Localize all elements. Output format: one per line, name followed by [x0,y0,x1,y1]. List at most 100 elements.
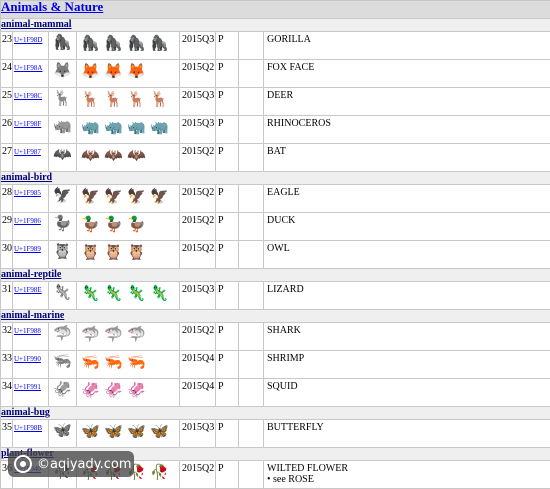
code-point-link[interactable]: U+1F98B [14,424,42,432]
version-cell: 2015Q2 [180,461,216,489]
bw-glyph-cell: 🦊 [49,60,77,88]
code-point-link[interactable]: U+1F98D [14,36,42,44]
empty-cell [239,88,264,116]
code-point-cell: U+1F98D [13,32,49,60]
emoji-name: DEER [267,90,293,101]
name-cell: SHARK [264,323,550,351]
vendor-images-cell: 🦊🦊🦊 [77,60,180,88]
code-point-link[interactable]: U+1F98E [14,286,42,294]
code-point-cell: U+1F98B [13,420,49,448]
vendor-emoji-icon: 🦐 [79,353,102,373]
bw-glyph-cell: 🦐 [49,351,77,379]
code-point-link[interactable]: U+1F988 [14,327,41,335]
emoji-name: SHRIMP [267,353,304,364]
status-cell: P [216,60,239,88]
code-point-link[interactable]: U+1F985 [14,189,41,197]
vendor-emoji-icon: 🦈 [125,325,148,345]
code-point-link[interactable]: U+1F990 [14,355,41,363]
vendor-images-cell: 🦋🦋🦋🦋 [77,420,180,448]
code-point-cell: U+1F98C [13,88,49,116]
vendor-emoji-icon: 🦌 [102,90,125,110]
category-header-link[interactable]: animal-marine [1,310,64,321]
section-header-row: Animals & Nature [1,1,550,19]
emoji-note: • see ROSE [267,475,547,485]
bw-glyph-cell: 🦏 [49,116,77,144]
empty-cell [239,144,264,172]
status-cell: P [216,88,239,116]
code-point-link[interactable]: U+1F986 [14,217,41,225]
vendor-emoji-icon: 🦉 [79,243,102,263]
section-title-link[interactable]: Animals & Nature [1,0,103,14]
bw-glyph-icon: 🦈 [53,326,72,342]
emoji-name: BUTTERFLY [267,422,324,433]
empty-cell [239,461,264,489]
version-cell: 2015Q3 [180,116,216,144]
emoji-row: 24U+1F98A🦊🦊🦊🦊2015Q2PFOX FACE [1,60,550,88]
code-point-cell: U+1F985 [13,185,49,213]
bw-glyph-cell: 🦌 [49,88,77,116]
bw-glyph-icon: 🦋 [53,423,72,439]
category-header-link[interactable]: animal-bug [1,407,50,418]
name-cell: DEER [264,88,550,116]
name-cell: RHINOCEROS [264,116,550,144]
category-header-link[interactable]: animal-bird [1,172,52,183]
vendor-emoji-icon: 🦆 [125,215,148,235]
emoji-row: 29U+1F986🦆🦆🦆🦆2015Q2PDUCK [1,213,550,241]
code-point-link[interactable]: U+1F991 [14,383,41,391]
emoji-name: FOX FACE [267,62,314,73]
bw-glyph-icon: 🦐 [53,354,72,370]
category-header-cell: animal-reptile [1,269,550,282]
code-point-link[interactable]: U+1F989 [14,245,41,253]
row-number-cell: 26 [1,116,13,144]
bw-glyph-cell: 🦎 [49,282,77,310]
vendor-images-cell: 🦑🦑🦑 [77,379,180,407]
version-cell: 2015Q3 [180,282,216,310]
bw-glyph-cell: 🦋 [49,420,77,448]
emoji-name: SHARK [267,325,301,336]
code-point-cell: U+1F98E [13,282,49,310]
code-point-link[interactable]: U+1F98C [14,92,42,100]
emoji-row: 23U+1F98D🦍🦍🦍🦍🦍2015Q3PGORILLA [1,32,550,60]
emoji-name: WILTED FLOWER [267,463,348,474]
emoji-row: 30U+1F989🦉🦉🦉🦉2015Q2POWL [1,241,550,269]
vendor-images-cell: 🦐🦐🦐 [77,351,180,379]
version-cell: 2015Q2 [180,60,216,88]
status-cell: P [216,461,239,489]
vendor-images-cell: 🦈🦈🦈 [77,323,180,351]
vendor-images-cell: 🦅🦅🦅🦅 [77,185,180,213]
category-header-row: animal-marine [1,310,550,323]
emoji-row: 26U+1F98F🦏🦏🦏🦏🦏2015Q3PRHINOCEROS [1,116,550,144]
status-cell: P [216,351,239,379]
version-cell: 2015Q2 [180,185,216,213]
category-header-row: animal-mammal [1,19,550,32]
code-point-link[interactable]: U+1F98A [14,64,42,72]
empty-cell [239,379,264,407]
vendor-emoji-icon: 🦉 [125,243,148,263]
vendor-emoji-icon: 🦎 [79,284,102,304]
code-point-cell: U+1F98A [13,60,49,88]
row-number-cell: 33 [1,351,13,379]
vendor-emoji-icon: 🦏 [125,118,148,138]
emoji-table: Animals & Nature animal-mammal23U+1F98D🦍… [0,0,550,489]
code-point-link[interactable]: U+1F98F [14,120,41,128]
emoji-row: 28U+1F985🦅🦅🦅🦅🦅2015Q2PEAGLE [1,185,550,213]
bw-glyph-icon: 🦑 [53,382,72,398]
vendor-emoji-icon: 🦍 [148,34,171,54]
row-number-cell: 24 [1,60,13,88]
code-point-link[interactable]: U+1F987 [14,148,41,156]
row-number-cell: 28 [1,185,13,213]
emoji-name: DUCK [267,215,295,226]
status-cell: P [216,116,239,144]
vendor-emoji-icon: 🥀 [148,463,171,483]
row-number-cell: 29 [1,213,13,241]
emoji-row: 35U+1F98B🦋🦋🦋🦋🦋2015Q3PBUTTERFLY [1,420,550,448]
vendor-emoji-icon: 🦏 [148,118,171,138]
category-header-link[interactable]: animal-mammal [1,19,72,30]
status-cell: P [216,213,239,241]
vendor-emoji-icon: 🦑 [102,381,125,401]
vendor-emoji-icon: 🦏 [102,118,125,138]
vendor-emoji-icon: 🦅 [148,187,171,207]
row-number-cell: 32 [1,323,13,351]
category-header-link[interactable]: animal-reptile [1,269,61,280]
code-point-cell: U+1F990 [13,351,49,379]
